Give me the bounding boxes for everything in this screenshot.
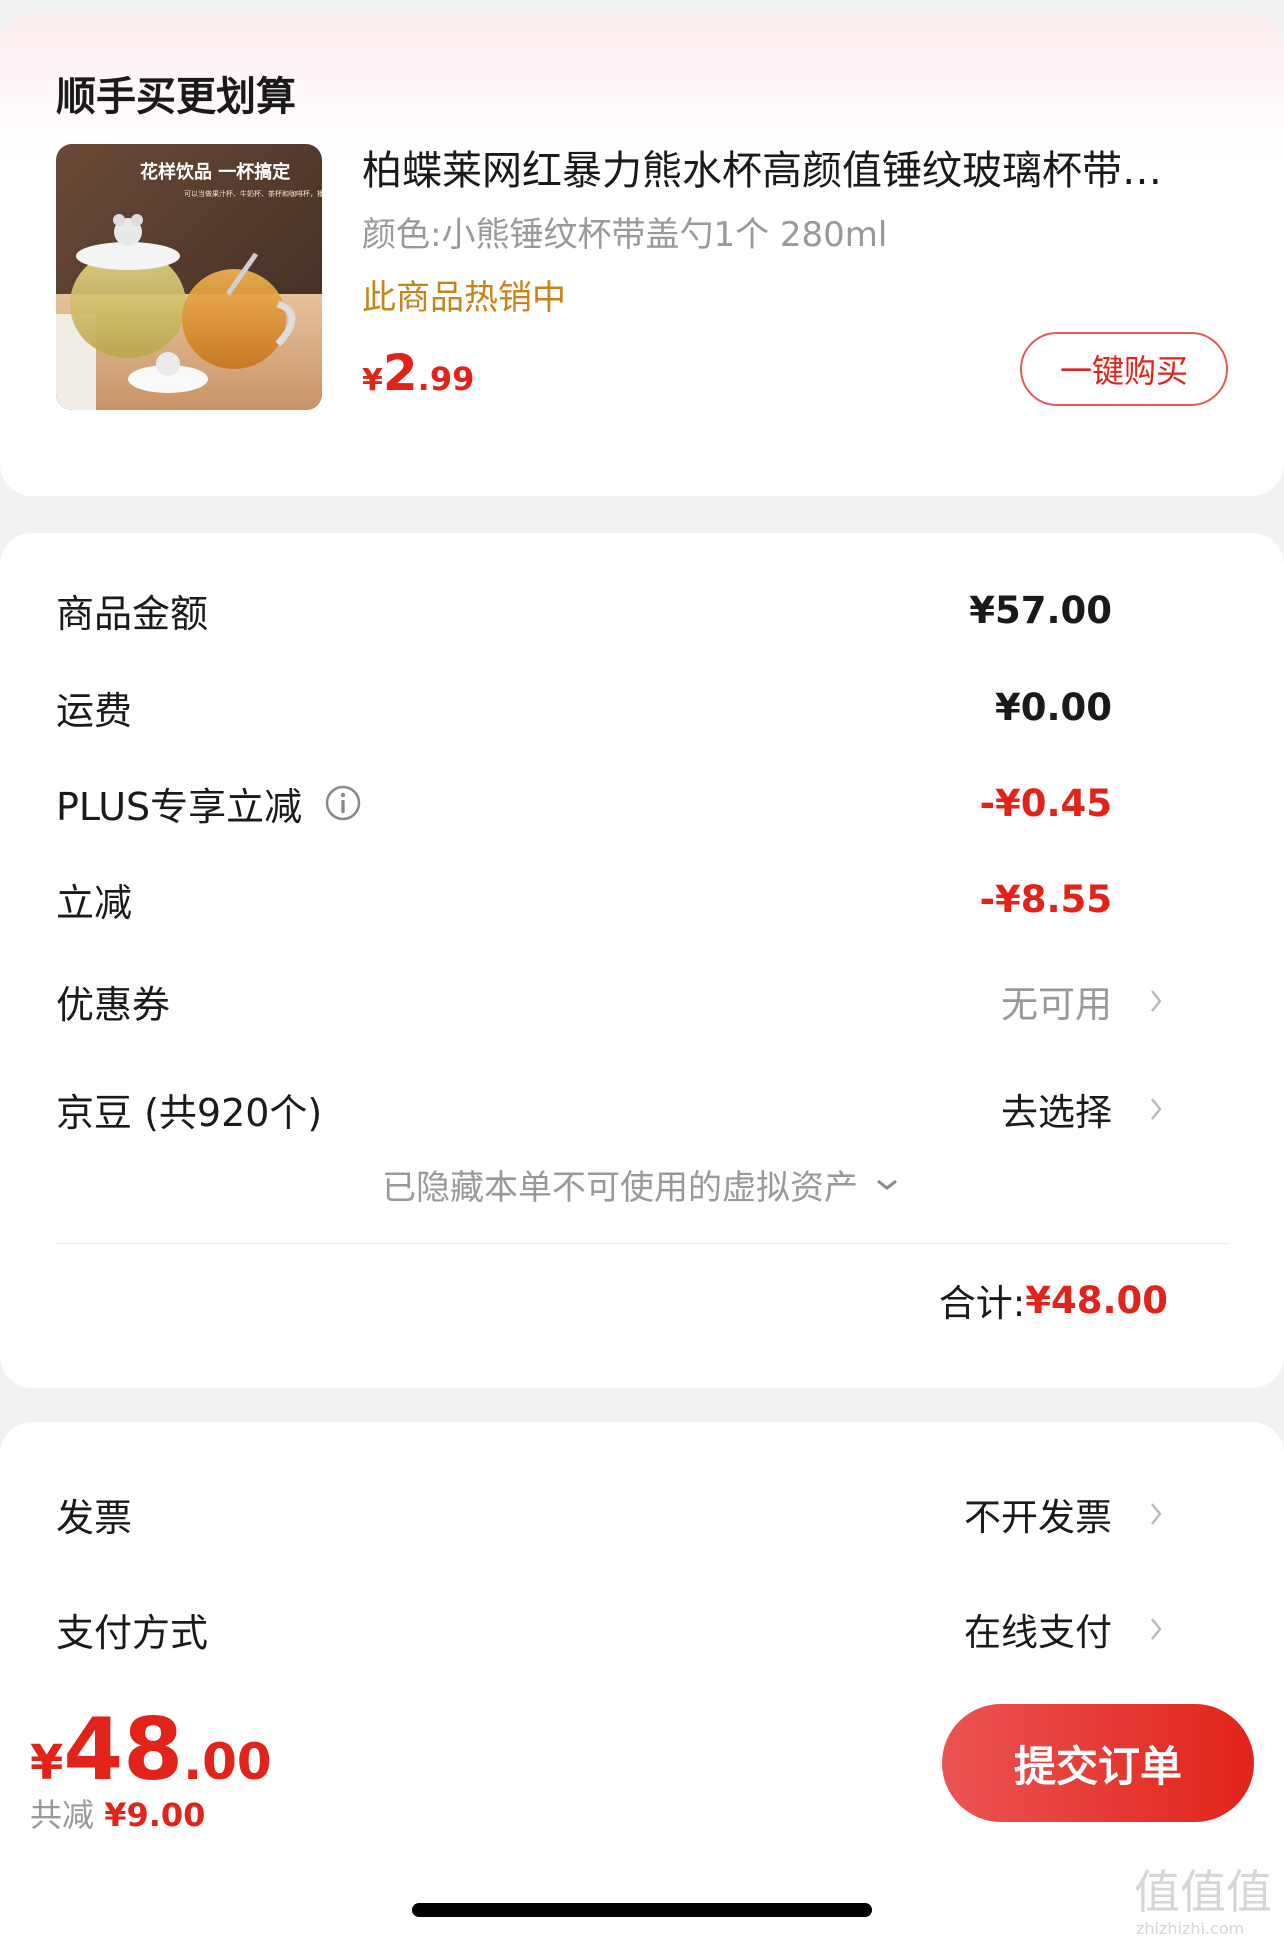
row-jingdou[interactable]: 京豆 (共920个) 去选择 [56,1079,1228,1139]
invoice-payment-card [0,1422,1284,1722]
home-indicator[interactable] [412,1903,872,1917]
addon-section-title: 顺手买更划算 [56,74,296,120]
addon-card: 顺手买更划算 花样饮品 一杯搞定 可以当做果汁杯、牛奶杯、茶杯和咖啡杯，播 柏蝶… [0,14,1284,496]
chevron-right-icon [1151,1618,1162,1640]
product-spec: 颜色:小熊锤纹杯带盖勺1个 280ml [362,215,888,255]
order-total: 合计: ¥48.00 [939,1270,1168,1330]
one-click-buy-button[interactable]: 一键购买 [1020,332,1228,406]
instant-discount-label: 立减 [56,880,133,925]
row-invoice[interactable]: 发票 不开发票 [56,1484,1228,1544]
info-icon[interactable] [324,784,362,822]
submit-order-button[interactable]: 提交订单 [942,1704,1254,1822]
coupon-label: 优惠券 [56,982,171,1027]
instant-discount-value: -¥8.55 [979,877,1112,921]
site-watermark: 值值值 zhizhizhi.com [1134,1865,1272,1938]
thumbnail-caption: 花样饮品 一杯搞定 [140,161,290,183]
hidden-assets-note: 已隐藏本单不可使用的虚拟资产 [382,1168,858,1208]
jingdou-label: 京豆 (共920个) [56,1090,323,1135]
product-hot-badge: 此商品热销中 [362,278,566,318]
plus-discount-label: PLUS专享立减 [56,784,303,829]
price-decimal: .99 [417,360,475,398]
saved-value: ¥9.00 [104,1796,206,1834]
invoice-value: 不开发票 [964,1496,1112,1539]
payment-method-value: 在线支付 [964,1611,1112,1654]
goods-amount-value: ¥57.00 [969,588,1112,632]
shipping-label: 运费 [56,688,133,733]
price-integer: 2 [382,344,418,402]
payment-method-label: 支付方式 [56,1610,209,1655]
plus-discount-label-wrap: PLUS专享立减 [56,776,362,831]
price-summary-card [0,533,1284,1388]
pay-currency: ¥ [30,1735,64,1791]
row-coupon[interactable]: 优惠券 无可用 [56,971,1228,1031]
hidden-assets-toggle[interactable]: 已隐藏本单不可使用的虚拟资产 [0,1160,1284,1209]
chevron-right-icon [1151,990,1162,1012]
row-payment-method[interactable]: 支付方式 在线支付 [56,1599,1228,1659]
coupon-value: 无可用 [1001,983,1112,1026]
product-thumbnail[interactable]: 花样饮品 一杯搞定 可以当做果汁杯、牛奶杯、茶杯和咖啡杯，播相有颜值，让生活上镜 [56,144,322,410]
row-goods-amount: 商品金额 ¥57.00 [56,580,1228,640]
pay-integer: 48 [63,1700,184,1800]
saved-label: 共减 [30,1796,95,1834]
shipping-value: ¥0.00 [994,685,1112,729]
total-value: ¥48.00 [1025,1278,1168,1322]
summary-divider [56,1243,1228,1244]
svg-text:值值值: 值值值 [1134,1865,1272,1919]
thumbnail-subtext: 可以当做果汁杯、牛奶杯、茶杯和咖啡杯，播相有颜值，让生活上镜 [184,189,322,198]
product-title[interactable]: 柏蝶莱网红暴力熊水杯高颜值锤纹玻璃杯带… [362,138,1222,196]
pay-decimal: .00 [183,1733,272,1791]
chevron-right-icon [1151,1098,1162,1120]
product-price: ¥2.99 [362,344,474,402]
pay-amount: ¥48.00 [30,1700,272,1800]
invoice-label: 发票 [56,1495,133,1540]
row-shipping: 运费 ¥0.00 [56,677,1228,737]
row-plus-discount: PLUS专享立减 -¥0.45 [56,773,1228,833]
goods-amount-label: 商品金额 [56,591,209,636]
price-currency: ¥ [362,363,383,398]
jingdou-value: 去选择 [1001,1091,1112,1134]
total-saved: 共减 ¥9.00 [30,1790,205,1836]
total-label: 合计: [938,1282,1026,1325]
chevron-right-icon [1151,1503,1162,1525]
row-instant-discount: 立减 -¥8.55 [56,869,1228,929]
svg-text:zhizhizhi.com: zhizhizhi.com [1136,1919,1244,1938]
chevron-down-icon [877,1179,897,1190]
plus-discount-value: -¥0.45 [979,781,1112,825]
